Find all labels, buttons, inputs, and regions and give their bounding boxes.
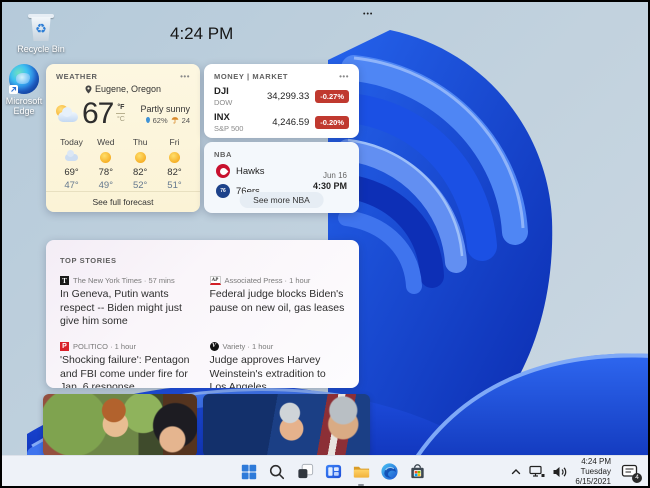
away-team-row[interactable]: Hawks xyxy=(216,164,265,178)
nyt-source-icon: T xyxy=(60,276,69,285)
speaker-icon xyxy=(553,466,567,477)
market-row-dji[interactable]: DJI DOW 34,299.33 -0.27% xyxy=(204,81,359,107)
tray-time: 4:24 PM xyxy=(581,456,611,466)
forecast-day-wed[interactable]: Wed 78° 49° xyxy=(89,137,122,191)
microsoft-store-icon xyxy=(410,464,424,479)
task-view-icon xyxy=(297,463,313,479)
precipitation-drop-icon xyxy=(145,117,150,123)
widgets-icon xyxy=(325,464,341,479)
market-row-inx[interactable]: INX S&P 500 4,246.59 -0.20% xyxy=(204,107,359,133)
politico-source-icon: P xyxy=(60,341,69,351)
tray-chevron-button[interactable] xyxy=(510,466,522,478)
file-explorer-icon xyxy=(353,466,369,478)
network-button[interactable] xyxy=(529,465,545,478)
edge-button[interactable] xyxy=(375,456,403,486)
story-item-politico[interactable]: P POLITICO · 1 hour 'Shocking failure': … xyxy=(60,341,196,388)
story-meta: Associated Press · 1 hour xyxy=(224,276,311,285)
recycle-symbol-icon: ♻ xyxy=(31,17,51,41)
recycle-bin-label: Recycle Bin xyxy=(17,44,65,54)
partly-sunny-icon xyxy=(54,104,80,124)
microsoft-store-button[interactable] xyxy=(403,456,431,486)
top-stories-title: TOP STORIES xyxy=(60,256,117,265)
forecast-day-today[interactable]: Today 69° 47° xyxy=(55,137,88,191)
tray-day: Tuesday xyxy=(580,466,611,476)
ap-source-icon: AP xyxy=(209,276,221,285)
shortcut-arrow-icon xyxy=(9,85,18,94)
edge-logo-icon xyxy=(9,64,39,94)
edge-icon xyxy=(380,463,398,480)
variety-source-icon: V xyxy=(209,341,219,351)
see-full-forecast-link[interactable]: See full forecast xyxy=(46,191,200,212)
forecast-day-fri[interactable]: Fri 82° 51° xyxy=(158,137,191,191)
windows-desktop: ♻ Recycle Bin Microsoft Edge 4:24 PM •••… xyxy=(0,0,650,488)
precipitation-value: 62% xyxy=(152,115,168,125)
story-headline: In Geneva, Putin wants respect -- Biden … xyxy=(60,288,182,328)
weather-menu-button[interactable]: ••• xyxy=(180,72,190,80)
sun-icon xyxy=(100,151,112,163)
taskbar: 4:24 PM Tuesday 6/15/2021 4 xyxy=(2,455,648,486)
away-team-name: Hawks xyxy=(236,165,265,177)
nba-title: NBA xyxy=(214,150,233,159)
story-meta: POLITICO · 1 hour xyxy=(73,341,136,351)
tray-clock[interactable]: 4:24 PM Tuesday 6/15/2021 xyxy=(575,457,611,487)
start-button[interactable] xyxy=(235,456,263,486)
widgets-panel-clock: 4:24 PM xyxy=(170,24,234,43)
weather-condition: Partly sunny xyxy=(140,103,190,114)
chevron-up-icon xyxy=(512,468,521,474)
sixers-logo-icon: 76 xyxy=(216,184,230,198)
story-headline: Judge approves Harvey Weinstein's extrad… xyxy=(209,353,326,388)
top-stories-widget[interactable]: TOP STORIES T The New York Times · 57 mi… xyxy=(46,240,359,388)
market-title: MONEY | MARKET xyxy=(214,72,289,81)
widgets-button[interactable] xyxy=(319,456,347,486)
aqi-value: 24 xyxy=(181,115,190,125)
recycle-bin-glyph: ♻ xyxy=(28,14,54,42)
market-menu-button[interactable]: ••• xyxy=(339,72,349,80)
fahrenheit-option[interactable]: °F xyxy=(117,104,124,111)
notification-center-button[interactable]: 4 xyxy=(618,460,642,484)
search-icon xyxy=(269,464,285,479)
story-item-ap[interactable]: AP Associated Press · 1 hour Federal jud… xyxy=(209,276,346,329)
forecast-day-thu[interactable]: Thu 82° 52° xyxy=(124,137,157,191)
change-badge: -0.20% xyxy=(315,116,349,129)
umbrella-icon xyxy=(171,117,179,124)
volume-button[interactable] xyxy=(552,465,568,479)
game-date: Jun 16 xyxy=(322,171,347,180)
story-meta: Variety · 1 hour xyxy=(222,341,274,351)
celsius-option[interactable]: °C xyxy=(117,116,125,123)
story-headline: Federal judge blocks Biden's pause on ne… xyxy=(209,288,345,314)
story-item-variety[interactable]: V Variety · 1 hour Judge approves Harvey… xyxy=(209,341,346,388)
search-button[interactable] xyxy=(263,456,291,486)
news-photo-senators[interactable] xyxy=(203,394,370,457)
cloud-icon xyxy=(65,149,78,161)
market-widget[interactable]: MONEY | MARKET ••• DJI DOW 34,299.33 -0.… xyxy=(204,64,359,138)
story-headline: 'Shocking failure': Pentagon and FBI com… xyxy=(60,353,190,388)
unit-toggle[interactable]: °F °C xyxy=(116,104,126,123)
file-explorer-button[interactable] xyxy=(347,456,375,486)
windows-logo-icon xyxy=(241,464,257,479)
sun-icon xyxy=(134,151,146,163)
news-photo-harry-meghan[interactable] xyxy=(43,394,197,457)
see-more-nba-button[interactable]: See more NBA xyxy=(239,192,324,208)
nba-widget[interactable]: NBA Hawks 76 76ers Jun 16 4:30 PM See mo… xyxy=(204,142,359,213)
recycle-bin-icon[interactable]: ♻ Recycle Bin xyxy=(12,14,70,54)
notification-count-badge: 4 xyxy=(632,472,642,483)
story-item-nyt[interactable]: T The New York Times · 57 mins In Geneva… xyxy=(60,276,196,329)
task-view-button[interactable] xyxy=(291,456,319,486)
change-badge: -0.27% xyxy=(315,90,349,103)
weather-widget[interactable]: WEATHER ••• Eugene, Oregon 67 °F °C Part… xyxy=(46,64,200,212)
weather-location[interactable]: Eugene, Oregon xyxy=(95,84,161,94)
sun-icon xyxy=(168,151,180,163)
edge-shortcut-icon[interactable]: Microsoft Edge xyxy=(2,64,46,117)
tray-date: 6/15/2021 xyxy=(575,476,611,486)
hawks-logo-icon xyxy=(216,164,230,178)
story-meta: The New York Times · 57 mins xyxy=(73,276,175,285)
current-temperature: 67 xyxy=(82,97,114,130)
game-time: 4:30 PM xyxy=(312,181,347,191)
network-icon xyxy=(529,465,545,477)
running-app-indicator xyxy=(358,483,364,486)
location-pin-icon xyxy=(85,85,92,93)
weather-title: WEATHER xyxy=(56,72,98,81)
edge-shortcut-label: Microsoft Edge xyxy=(5,96,43,117)
widgets-panel-menu-dots[interactable]: ••• xyxy=(363,11,373,18)
